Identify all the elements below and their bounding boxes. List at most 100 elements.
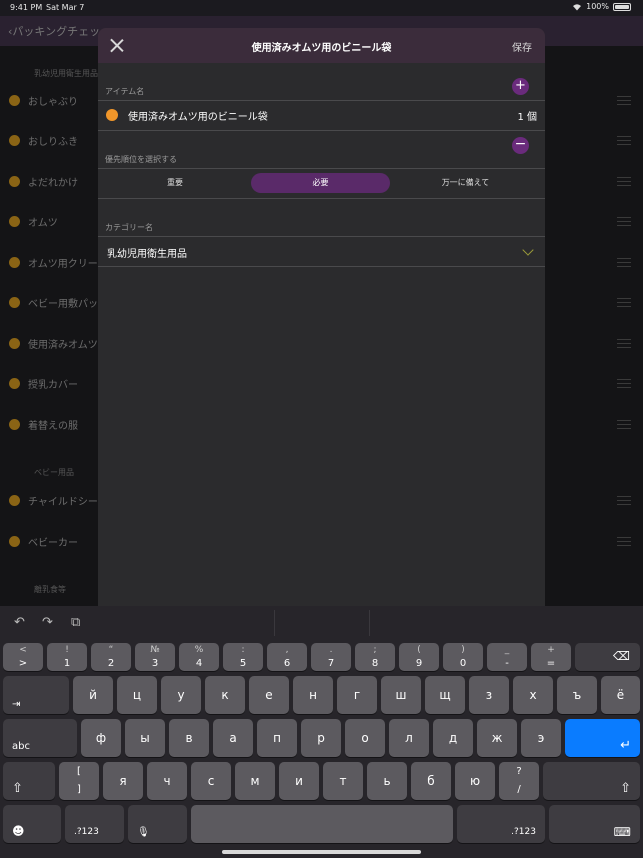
sliders-icon[interactable]: [617, 95, 631, 106]
key-minus[interactable]: _ -: [487, 643, 527, 671]
key-label: 3: [151, 658, 159, 669]
item-name-field[interactable]: 使用済みオムツ用のビニール袋: [128, 108, 268, 123]
key-alt-label: ,: [285, 645, 289, 655]
numbers-key-left[interactable]: .?123: [65, 805, 124, 843]
key-alt-label: ;: [373, 645, 377, 655]
microphone-key[interactable]: 🎙: [128, 805, 187, 843]
key-letter[interactable]: с: [191, 762, 231, 800]
paste-icon[interactable]: ⧉: [71, 615, 80, 630]
key-letter[interactable]: р: [301, 719, 341, 757]
plus-icon[interactable]: +: [512, 78, 529, 95]
key-letter[interactable]: ъ: [557, 676, 597, 714]
sliders-icon[interactable]: [617, 176, 631, 187]
item-quantity[interactable]: 1 個: [517, 108, 537, 123]
key-equals[interactable]: + =: [531, 643, 571, 671]
delete-key[interactable]: ⌫: [575, 643, 640, 671]
background-back-button[interactable]: ‹パッキングチェッ: [8, 23, 100, 39]
key-letter[interactable]: ф: [81, 719, 121, 757]
caps-lock-key[interactable]: abc: [3, 719, 77, 757]
key-letter[interactable]: щ: [425, 676, 465, 714]
key-0[interactable]: ) 0: [443, 643, 483, 671]
key-letter[interactable]: ь: [367, 762, 407, 800]
key-letter[interactable]: п: [257, 719, 297, 757]
sliders-icon[interactable]: [617, 419, 631, 430]
key-label: п: [273, 731, 281, 745]
sliders-icon[interactable]: [617, 536, 631, 547]
chevron-down-icon[interactable]: [522, 244, 534, 256]
key-letter[interactable]: ё: [601, 676, 640, 714]
emoji-key[interactable]: ☻: [3, 805, 61, 843]
sliders-icon[interactable]: [617, 297, 631, 308]
key-letter[interactable]: н: [293, 676, 333, 714]
key-letter[interactable]: ш: [381, 676, 421, 714]
space-key[interactable]: [191, 805, 453, 843]
tab-icon: ⇥: [12, 699, 21, 710]
category-select[interactable]: 乳幼児用衛生用品: [107, 245, 187, 260]
key-letter[interactable]: й: [73, 676, 113, 714]
hide-keyboard-key[interactable]: ⌨: [549, 805, 640, 843]
priority-option-important[interactable]: 重要: [110, 173, 240, 193]
undo-icon[interactable]: ↶: [14, 615, 25, 630]
key-letter[interactable]: и: [279, 762, 319, 800]
key-letter[interactable]: м: [235, 762, 275, 800]
key-letter[interactable]: д: [433, 719, 473, 757]
return-key[interactable]: ↵: [565, 719, 640, 757]
key-5[interactable]: :5: [223, 643, 263, 671]
numbers-key-right[interactable]: .?123: [457, 805, 545, 843]
key-less-than[interactable]: < >: [3, 643, 43, 671]
priority-option-just-in-case[interactable]: 万一に備えて: [398, 173, 533, 193]
sliders-icon[interactable]: [617, 216, 631, 227]
sliders-icon[interactable]: [617, 338, 631, 349]
key-letter[interactable]: х: [513, 676, 553, 714]
key-letter[interactable]: о: [345, 719, 385, 757]
item-color-dot[interactable]: [106, 109, 118, 121]
key-letter[interactable]: ж: [477, 719, 517, 757]
sliders-icon[interactable]: [617, 257, 631, 268]
tab-key[interactable]: ⇥: [3, 676, 69, 714]
toolbar-separator: [369, 610, 370, 636]
key-2[interactable]: “2: [91, 643, 131, 671]
key-8[interactable]: ; 8: [355, 643, 395, 671]
minus-icon[interactable]: −: [512, 137, 529, 154]
shift-key-right[interactable]: ⇧: [543, 762, 640, 800]
key-letter[interactable]: т: [323, 762, 363, 800]
key-letter[interactable]: г: [337, 676, 377, 714]
home-indicator[interactable]: [222, 850, 421, 854]
key-letter[interactable]: у: [161, 676, 201, 714]
key-letter[interactable]: б: [411, 762, 451, 800]
key-letter[interactable]: л: [389, 719, 429, 757]
key-letter[interactable]: а: [213, 719, 253, 757]
shift-key-left[interactable]: ⇧: [3, 762, 55, 800]
key-letter[interactable]: в: [169, 719, 209, 757]
status-dot: [9, 536, 20, 547]
key-letter[interactable]: ы: [125, 719, 165, 757]
key-6[interactable]: ,6: [267, 643, 307, 671]
redo-icon[interactable]: ↷: [42, 615, 53, 630]
key-letter[interactable]: ю: [455, 762, 495, 800]
key-9[interactable]: (9: [399, 643, 439, 671]
key-letter[interactable]: е: [249, 676, 289, 714]
key-letter[interactable]: к: [205, 676, 245, 714]
sliders-icon[interactable]: [617, 135, 631, 146]
key-1[interactable]: ! 1: [47, 643, 87, 671]
status-date: Sat Mar 7: [46, 3, 85, 12]
key-letter[interactable]: ц: [117, 676, 157, 714]
key-question[interactable]: ? /: [499, 762, 539, 800]
key-label: а: [229, 731, 237, 745]
sliders-icon[interactable]: [617, 495, 631, 506]
sliders-icon[interactable]: [617, 378, 631, 389]
key-letter[interactable]: я: [103, 762, 143, 800]
key-bracket[interactable]: []: [59, 762, 99, 800]
list-item-label: ベビーカー: [28, 538, 78, 549]
key-4[interactable]: % 4: [179, 643, 219, 671]
key-label: 9: [415, 658, 423, 669]
divider: [98, 100, 545, 101]
key-label: -: [505, 658, 509, 669]
key-7[interactable]: .7: [311, 643, 351, 671]
key-letter[interactable]: э: [521, 719, 561, 757]
key-letter[interactable]: ч: [147, 762, 187, 800]
key-letter[interactable]: з: [469, 676, 509, 714]
priority-option-necessary[interactable]: 必要: [251, 173, 390, 193]
key-3[interactable]: № 3: [135, 643, 175, 671]
save-button[interactable]: 保存: [512, 39, 532, 54]
